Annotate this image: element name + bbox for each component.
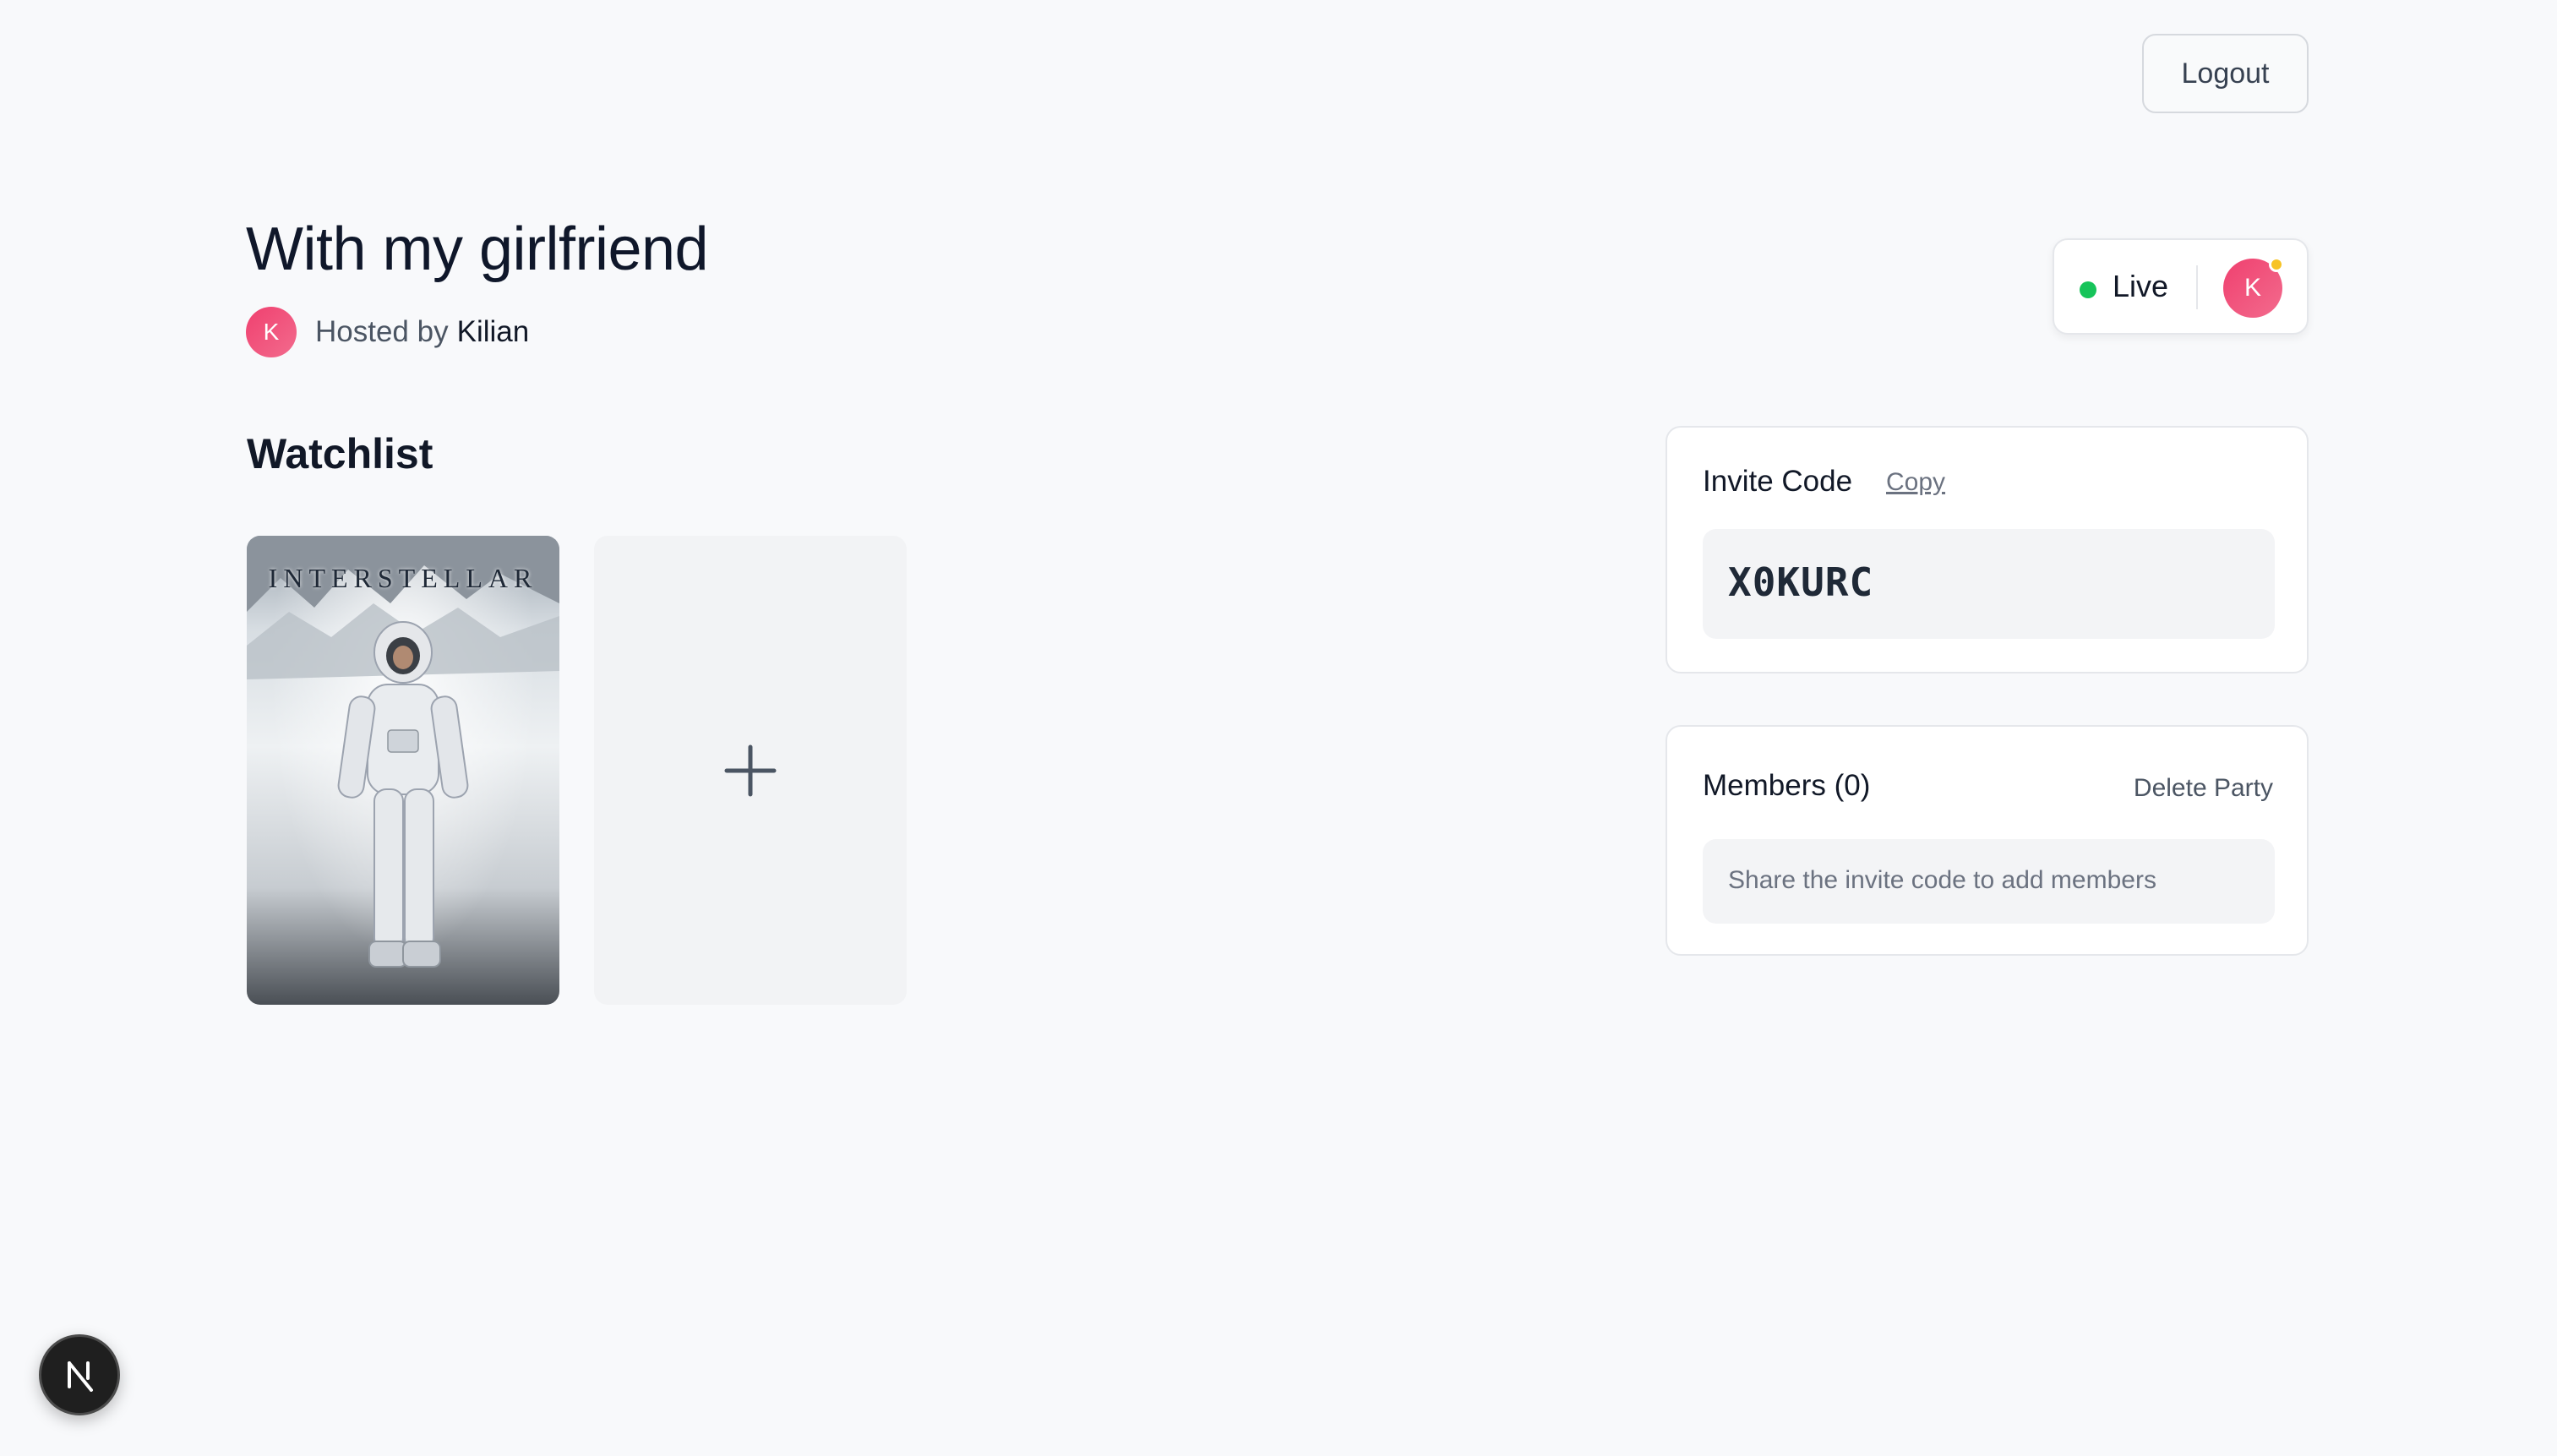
live-status-pill: Live K (2053, 238, 2309, 335)
astronaut-figure (337, 621, 469, 968)
members-empty-text: Share the invite code to add members (1728, 866, 2156, 894)
host-avatar: K (246, 307, 297, 357)
plus-icon (724, 744, 777, 796)
party-page: Logout With my girlfriend K Hosted by Ki… (0, 0, 2557, 1456)
host-name: Kilian (456, 315, 530, 348)
nextjs-logo-icon (68, 1361, 93, 1392)
live-label: Live (2113, 269, 2169, 303)
copy-invite-code-link[interactable]: Copy (1886, 468, 1945, 497)
hosted-by-label: Hosted by (315, 315, 449, 348)
invite-code-box: X0KURC (1703, 529, 2275, 639)
nextjs-dev-badge[interactable] (39, 1334, 120, 1415)
members-label: Members (0) (1703, 769, 1871, 802)
add-movie-button[interactable] (594, 536, 907, 1005)
logout-button[interactable]: Logout (2142, 34, 2309, 113)
members-empty-state: Share the invite code to add members (1703, 839, 2275, 924)
watchlist-title: Watchlist (247, 430, 433, 477)
delete-party-button[interactable]: Delete Party (2134, 774, 2273, 803)
divider (2196, 265, 2198, 309)
live-indicator-dot (2080, 281, 2096, 298)
presence-dot (2269, 257, 2284, 272)
host-info: K Hosted by Kilian (246, 307, 529, 357)
page-title: With my girlfriend (246, 215, 709, 283)
invite-code-card: Invite Code Copy X0KURC (1666, 426, 2309, 673)
poster-title: INTERSTELLAR (268, 563, 538, 593)
movie-poster-card[interactable]: INTERSTELLAR (247, 536, 559, 1005)
members-card: Members (0) Delete Party Share the invit… (1666, 725, 2309, 956)
invite-code-label: Invite Code (1703, 465, 1853, 498)
invite-code-value: X0KURC (1728, 559, 1874, 605)
